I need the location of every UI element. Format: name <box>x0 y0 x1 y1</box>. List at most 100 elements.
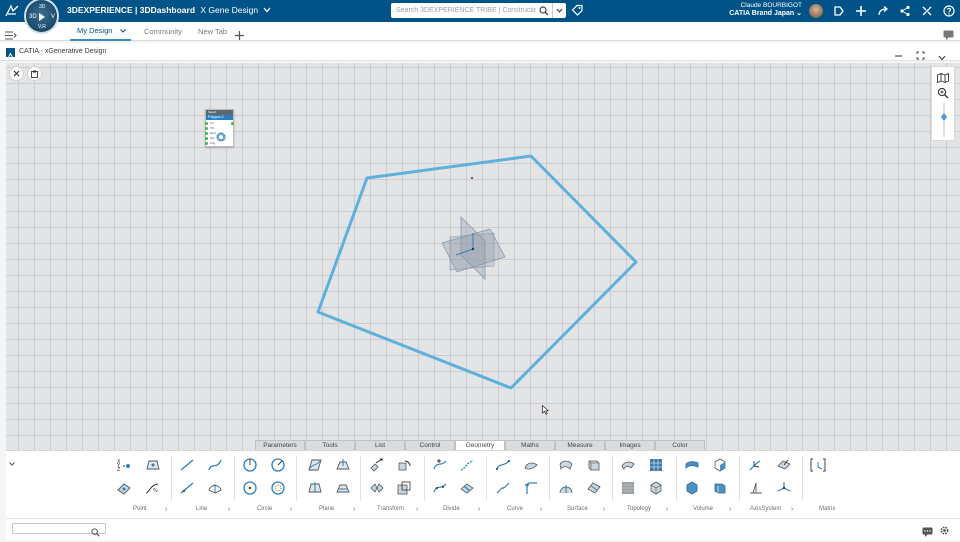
split-icon[interactable] <box>429 456 451 474</box>
tab-community[interactable]: Community <box>144 22 182 41</box>
point-on-curve-icon[interactable]: % <box>141 479 163 497</box>
extrude-icon[interactable] <box>583 456 605 474</box>
group-expand-icon[interactable]: › <box>228 506 230 513</box>
group-expand-icon[interactable]: › <box>540 506 542 513</box>
tab-chevron-icon[interactable] <box>120 26 127 35</box>
rotate-icon[interactable] <box>393 456 415 474</box>
collapse-panel-chevron-icon[interactable] <box>9 453 15 471</box>
tab-maths[interactable]: Maths <box>505 440 555 450</box>
axis-rotate-icon[interactable] <box>773 479 795 497</box>
node-output-port[interactable] <box>231 122 234 125</box>
status-search-icon[interactable] <box>91 524 100 542</box>
node-port[interactable] <box>205 122 208 125</box>
user-org[interactable]: CATIA Brand Japan ⌄ <box>700 10 802 18</box>
curve-divide-icon[interactable] <box>456 456 478 474</box>
axis-system-icon[interactable] <box>745 456 767 474</box>
app-title[interactable]: 3DEXPERIENCE | 3DDashboard X Gene Design <box>67 5 271 15</box>
plane-manipulator[interactable] <box>441 216 506 280</box>
tab-images[interactable]: Images <box>605 440 655 450</box>
point-on-surface-icon[interactable] <box>113 479 135 497</box>
texture-icon[interactable] <box>617 479 639 497</box>
mesh-icon[interactable] <box>645 456 667 474</box>
group-expand-icon[interactable]: › <box>603 506 605 513</box>
tab-list[interactable]: List <box>355 440 405 450</box>
help-icon[interactable] <box>942 4 956 18</box>
group-expand-icon[interactable]: › <box>666 506 668 513</box>
group-expand-icon[interactable]: › <box>791 506 793 513</box>
tab-my-design[interactable]: My Design <box>70 22 131 41</box>
project-icon[interactable] <box>456 479 478 497</box>
comments-icon[interactable] <box>922 524 933 542</box>
node-port[interactable] <box>205 137 208 140</box>
group-expand-icon[interactable]: › <box>416 506 418 513</box>
design-canvas[interactable]: Select Polygon.2 Ctr Pln Rad Sid Ang <box>6 63 960 450</box>
polygon-geometry[interactable] <box>316 154 638 390</box>
curve-icon[interactable] <box>204 479 226 497</box>
tab-tools[interactable]: Tools <box>305 440 355 450</box>
share-arrow-icon[interactable] <box>876 4 890 18</box>
share-icon[interactable] <box>898 4 912 18</box>
search-input[interactable]: Search 3DEXPERIENCE TRIBE | Construction <box>391 7 536 14</box>
trim-icon[interactable] <box>429 479 451 497</box>
avatar[interactable] <box>809 4 823 18</box>
dashboard-chevron-icon[interactable] <box>263 5 271 15</box>
zoom-icon[interactable] <box>937 86 949 104</box>
viewport-3d[interactable] <box>6 63 960 450</box>
apps-tools-icon[interactable] <box>920 4 934 18</box>
corner-icon[interactable] <box>520 479 542 497</box>
group-expand-icon[interactable]: › <box>165 506 167 513</box>
dashboard-name[interactable]: X Gene Design <box>200 5 258 15</box>
settings-gear-icon[interactable] <box>939 523 950 541</box>
plane-normal-icon[interactable] <box>332 479 354 497</box>
tag-label-icon[interactable] <box>832 4 846 18</box>
plane-icon[interactable] <box>304 456 326 474</box>
group-expand-icon[interactable]: › <box>353 506 355 513</box>
group-expand-icon[interactable]: › <box>729 506 731 513</box>
loft-icon[interactable] <box>555 479 577 497</box>
circle-center-icon[interactable] <box>239 479 261 497</box>
line-icon[interactable] <box>176 456 198 474</box>
frame-icon[interactable] <box>773 456 795 474</box>
fill-icon[interactable] <box>555 456 577 474</box>
blend-icon[interactable] <box>583 479 605 497</box>
join-icon[interactable] <box>617 456 639 474</box>
clipboard-button[interactable] <box>27 66 42 81</box>
search-scope-chevron-icon[interactable] <box>552 3 566 18</box>
add-icon[interactable] <box>854 4 868 18</box>
user-info[interactable]: Claude BOURBIGOT CATIA Brand Japan ⌄ <box>700 2 802 18</box>
sweep-icon[interactable] <box>520 456 542 474</box>
symmetry-icon[interactable] <box>366 479 388 497</box>
polygon-node[interactable]: Select Polygon.2 Ctr Pln Rad Sid Ang <box>205 109 234 147</box>
plane-offset-icon[interactable] <box>332 456 354 474</box>
node-port[interactable] <box>205 127 208 130</box>
cube-topology-icon[interactable] <box>645 479 667 497</box>
tab-parameters[interactable]: Parameters <box>255 440 305 450</box>
point-xyz-icon[interactable]: XYZ <box>113 456 135 474</box>
matrix-icon[interactable] <box>807 456 829 474</box>
plane-point-icon[interactable] <box>304 479 326 497</box>
polygon-center-point[interactable] <box>470 176 474 180</box>
tab-control[interactable]: Control <box>405 440 455 450</box>
close-canvas-button[interactable] <box>9 66 24 81</box>
polyline-icon[interactable] <box>492 456 514 474</box>
translate-icon[interactable] <box>366 456 388 474</box>
compass-play-icon[interactable] <box>39 13 45 21</box>
circle-icon[interactable] <box>239 456 261 474</box>
search-icon[interactable] <box>536 3 552 18</box>
spline-icon[interactable] <box>204 456 226 474</box>
axis-origin-icon[interactable] <box>745 479 767 497</box>
node-port[interactable] <box>205 132 208 135</box>
tab-geometry[interactable]: Geometry <box>455 440 505 450</box>
scale-icon[interactable] <box>393 479 415 497</box>
box-icon[interactable] <box>709 456 731 474</box>
connect-icon[interactable] <box>492 479 514 497</box>
thick-icon[interactable] <box>681 456 703 474</box>
arc-icon[interactable] <box>267 456 289 474</box>
point-on-plane-icon[interactable] <box>141 456 163 474</box>
tab-color[interactable]: Color <box>655 440 705 450</box>
zoom-slider[interactable] <box>940 103 948 142</box>
search-bar[interactable]: Search 3DEXPERIENCE TRIBE | Construction <box>391 3 566 18</box>
solid-icon[interactable] <box>681 479 703 497</box>
tab-measure[interactable]: Measure <box>555 440 605 450</box>
line-angle-icon[interactable] <box>176 479 198 497</box>
